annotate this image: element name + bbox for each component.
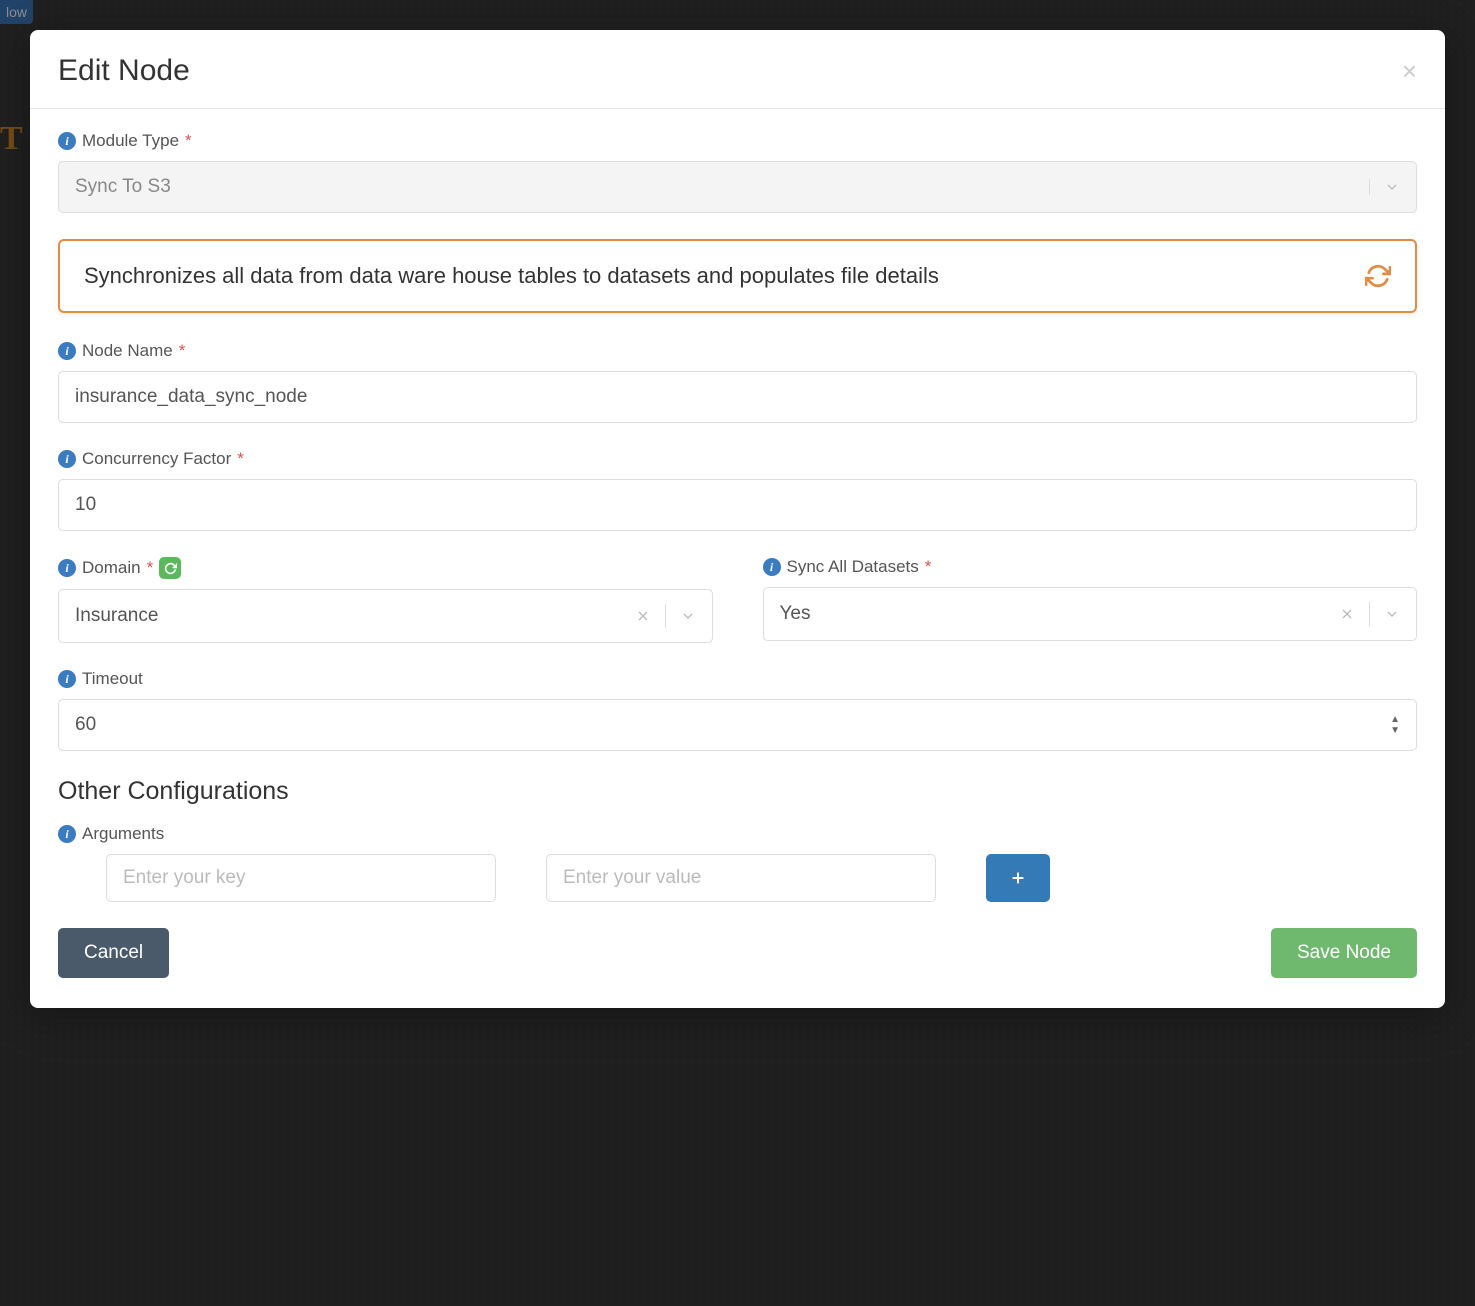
sync-icon[interactable]: [1365, 263, 1391, 289]
module-type-group: i Module Type * Sync To S3: [58, 131, 1417, 213]
sync-all-label: i Sync All Datasets *: [763, 557, 1418, 577]
spinner-controls[interactable]: ▲ ▼: [1390, 715, 1400, 736]
timeout-group: i Timeout 60 ▲ ▼: [58, 669, 1417, 751]
argument-key-input[interactable]: [123, 867, 479, 889]
select-value: Yes: [780, 603, 811, 625]
description-text: Synchronizes all data from data ware hou…: [84, 263, 939, 289]
concurrency-input-wrap: [58, 479, 1417, 531]
timeout-input[interactable]: 60 ▲ ▼: [58, 699, 1417, 751]
domain-label: i Domain *: [58, 557, 713, 579]
clear-icon[interactable]: [1339, 606, 1355, 622]
modal-header: Edit Node ×: [30, 30, 1445, 109]
separator: [665, 604, 666, 628]
argument-value-input[interactable]: [563, 867, 919, 889]
modal-footer: Cancel Save Node: [30, 902, 1445, 1008]
node-name-input-wrap: [58, 371, 1417, 423]
node-name-label: i Node Name *: [58, 341, 1417, 361]
separator: [1369, 602, 1370, 626]
sync-all-select[interactable]: Yes: [763, 587, 1418, 641]
arguments-row: [58, 854, 1417, 902]
spinner-down-icon[interactable]: ▼: [1390, 726, 1400, 736]
info-icon[interactable]: i: [58, 825, 76, 843]
domain-sync-row: i Domain * Insurance: [58, 557, 1417, 643]
timeout-value: 60: [75, 714, 96, 736]
concurrency-input[interactable]: [75, 494, 1400, 516]
chevron-down-icon: [680, 608, 696, 624]
other-config-title: Other Configurations: [58, 777, 1417, 806]
edit-node-modal: Edit Node × i Module Type * Sync To S3 S…: [30, 30, 1445, 1008]
module-type-label: i Module Type *: [58, 131, 1417, 151]
module-type-select[interactable]: Sync To S3: [58, 161, 1417, 213]
spinner-up-icon[interactable]: ▲: [1390, 715, 1400, 725]
info-icon[interactable]: i: [58, 559, 76, 577]
close-icon[interactable]: ×: [1402, 58, 1417, 84]
label-text: Arguments: [82, 824, 164, 844]
clear-icon[interactable]: [635, 608, 651, 624]
chevron-down-icon: [1369, 179, 1400, 195]
arguments-label: i Arguments: [58, 824, 1417, 844]
plus-icon: [1010, 870, 1026, 886]
info-icon[interactable]: i: [763, 558, 781, 576]
refresh-icon[interactable]: [159, 557, 181, 579]
module-description: Synchronizes all data from data ware hou…: [58, 239, 1417, 313]
timeout-label: i Timeout: [58, 669, 1417, 689]
concurrency-label: i Concurrency Factor *: [58, 449, 1417, 469]
select-value: Sync To S3: [75, 176, 171, 198]
concurrency-group: i Concurrency Factor *: [58, 449, 1417, 531]
required-marker: *: [185, 131, 192, 151]
save-node-button[interactable]: Save Node: [1271, 928, 1417, 978]
label-text: Sync All Datasets: [787, 557, 919, 577]
sync-all-group: i Sync All Datasets * Yes: [763, 557, 1418, 643]
label-text: Concurrency Factor: [82, 449, 231, 469]
required-marker: *: [237, 449, 244, 469]
modal-title: Edit Node: [58, 54, 190, 88]
domain-select[interactable]: Insurance: [58, 589, 713, 643]
label-text: Domain: [82, 558, 141, 578]
cancel-button[interactable]: Cancel: [58, 928, 169, 978]
label-text: Node Name: [82, 341, 173, 361]
node-name-input[interactable]: [75, 386, 1400, 408]
argument-key-wrap: [106, 854, 496, 902]
select-value: Insurance: [75, 605, 158, 627]
modal-body: i Module Type * Sync To S3 Synchronizes …: [30, 109, 1445, 902]
add-argument-button[interactable]: [986, 854, 1050, 902]
required-marker: *: [147, 558, 154, 578]
info-icon[interactable]: i: [58, 670, 76, 688]
required-marker: *: [179, 341, 186, 361]
label-text: Timeout: [82, 669, 143, 689]
node-name-group: i Node Name *: [58, 341, 1417, 423]
argument-value-wrap: [546, 854, 936, 902]
label-text: Module Type: [82, 131, 179, 151]
info-icon[interactable]: i: [58, 450, 76, 468]
info-icon[interactable]: i: [58, 342, 76, 360]
info-icon[interactable]: i: [58, 132, 76, 150]
chevron-down-icon: [1384, 606, 1400, 622]
required-marker: *: [925, 557, 932, 577]
domain-group: i Domain * Insurance: [58, 557, 713, 643]
